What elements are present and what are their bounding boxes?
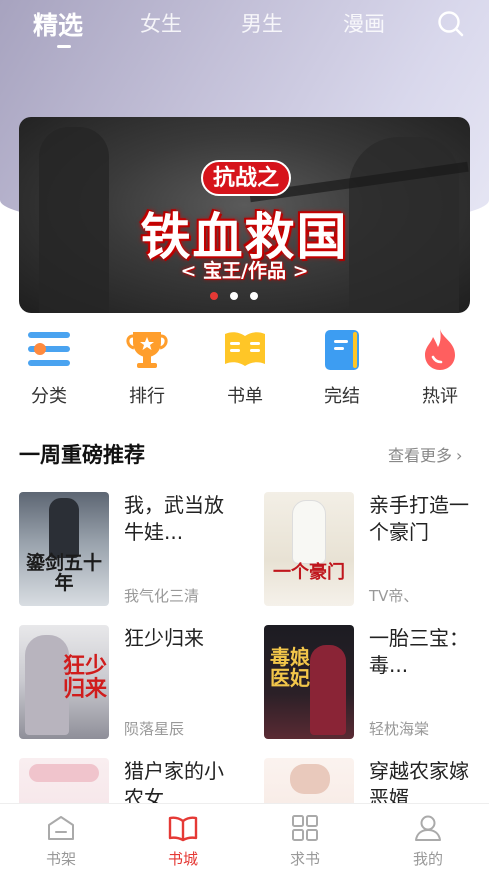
- quick-link-label: 完结: [324, 386, 360, 407]
- nav-label: 求书: [289, 850, 320, 868]
- book-cover: 一个豪门: [264, 492, 354, 606]
- quick-link-hot-reviews[interactable]: 热评: [400, 326, 480, 408]
- nav-bookstore[interactable]: 书城: [153, 814, 213, 869]
- section-title: 一周重磅推荐: [19, 443, 145, 467]
- book-title: 我，武当放牛娃...: [124, 493, 224, 544]
- tab-female[interactable]: 女生: [140, 8, 182, 38]
- bookshelf-icon: [46, 814, 76, 842]
- nav-request[interactable]: 求书: [275, 814, 335, 869]
- flame-icon: [417, 326, 463, 372]
- book-list-icon: [222, 326, 268, 372]
- book-cover: 狂少归来: [19, 625, 109, 739]
- nav-bookshelf[interactable]: 书架: [31, 814, 91, 869]
- cover-figure: [290, 764, 330, 794]
- quick-link-finished[interactable]: 完结: [302, 326, 382, 408]
- grid-icon: [290, 814, 320, 842]
- nav-profile[interactable]: 我的: [398, 814, 458, 869]
- nav-label: 书城: [167, 850, 198, 868]
- book-card[interactable]: 毒娘医妃 一胎三宝：毒... 轻枕海棠: [264, 625, 489, 743]
- bookstore-icon: [168, 814, 198, 842]
- quick-link-label: 分类: [31, 386, 67, 407]
- cover-title: 鎏剑五十年: [25, 552, 102, 594]
- quick-link-ranking[interactable]: 排行: [107, 326, 187, 408]
- quick-link-booklist[interactable]: 书单: [205, 326, 285, 408]
- category-icon: [26, 326, 72, 372]
- tab-comics[interactable]: 漫画: [343, 8, 385, 38]
- search-icon[interactable]: [436, 9, 466, 39]
- book-cover: 毒娘医妃: [264, 625, 354, 739]
- cover-figure: [310, 645, 346, 735]
- book-title: 一胎三宝：毒...: [369, 626, 469, 677]
- bottom-nav: 书架 书城 求书 我的: [0, 803, 489, 869]
- cover-title: 一个豪门: [273, 562, 345, 583]
- nav-label: 我的: [412, 850, 443, 868]
- quick-links: 分类 排行 书单 完结 热评: [0, 326, 489, 416]
- banner-author: < 宝王/作品 >: [180, 260, 309, 282]
- view-more-label: 查看更多: [388, 446, 453, 465]
- cover-blossom: [29, 764, 99, 782]
- view-more-link[interactable]: 查看更多 ›: [388, 442, 462, 466]
- cover-title: 毒娘医妃: [270, 645, 310, 690]
- quick-link-label: 排行: [129, 386, 165, 407]
- cover-title: 狂少归来: [63, 653, 108, 703]
- book-author: 轻枕海棠: [369, 720, 430, 738]
- book-author: 陨落星辰: [124, 720, 185, 738]
- quick-link-category[interactable]: 分类: [9, 326, 89, 408]
- profile-icon: [413, 814, 443, 842]
- book-title: 狂少归来: [124, 626, 204, 650]
- active-tab-indicator: [57, 45, 71, 48]
- book-cover: 鎏剑五十年: [19, 492, 109, 606]
- carousel-dot-active[interactable]: [210, 292, 218, 300]
- carousel-dot[interactable]: [250, 292, 258, 300]
- tab-featured[interactable]: 精选: [33, 6, 83, 42]
- trophy-icon: [124, 326, 170, 372]
- chevron-right-icon: ›: [456, 446, 463, 465]
- nav-label: 书架: [45, 850, 76, 868]
- tab-male[interactable]: 男生: [241, 8, 283, 38]
- promo-banner[interactable]: 抗战之 铁血救国 < 宝王/作品 >: [19, 117, 470, 313]
- banner-tag: 抗战之: [201, 160, 292, 196]
- finished-book-icon: [319, 326, 365, 372]
- book-author: TV帝、: [369, 587, 419, 605]
- top-tab-bar: 精选 女生 男生 漫画: [0, 0, 489, 58]
- quick-link-label: 热评: [422, 386, 458, 407]
- book-title: 亲手打造一个豪门: [369, 493, 469, 544]
- book-author: 我气化三清: [124, 587, 200, 605]
- cover-figure: [292, 500, 326, 564]
- cover-figure: [49, 498, 79, 558]
- carousel-dot[interactable]: [230, 292, 238, 300]
- book-card[interactable]: 狂少归来 狂少归来 陨落星辰: [19, 625, 244, 743]
- book-card[interactable]: 鎏剑五十年 我，武当放牛娃... 我气化三清: [19, 492, 244, 610]
- quick-link-label: 书单: [227, 386, 263, 407]
- book-card[interactable]: 一个豪门 亲手打造一个豪门 TV帝、: [264, 492, 489, 610]
